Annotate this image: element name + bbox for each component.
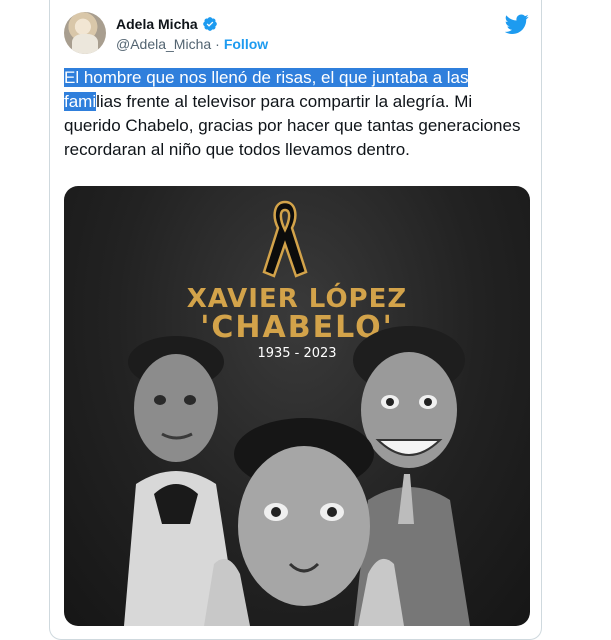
separator-dot: ·	[215, 36, 220, 52]
mourning-ribbon-icon	[262, 200, 308, 278]
verified-badge-icon	[202, 17, 217, 31]
handle-row: @Adela_Micha · Follow	[116, 36, 268, 52]
author-handle[interactable]: @Adela_Micha	[116, 36, 211, 52]
follow-button[interactable]: Follow	[224, 36, 268, 52]
tweet-header: Adela Micha @Adela_Micha · Follow	[64, 12, 529, 56]
author-name-row: Adela Micha	[116, 16, 218, 32]
twitter-bird-icon[interactable]	[505, 12, 529, 36]
portrait-center	[204, 418, 404, 626]
tweet-media-image[interactable]: XAVIER LÓPEZ 'CHABELO' 1935 - 2023	[64, 186, 530, 626]
author-name[interactable]: Adela Micha	[116, 16, 198, 32]
tweet-text-rest: lias frente al televisor para compartir …	[64, 92, 521, 159]
tweet-card: Adela Micha @Adela_Micha · Follow El hom…	[49, 0, 542, 640]
avatar[interactable]	[64, 12, 106, 54]
tweet-text: El hombre que nos llenó de risas, el que…	[64, 66, 530, 162]
